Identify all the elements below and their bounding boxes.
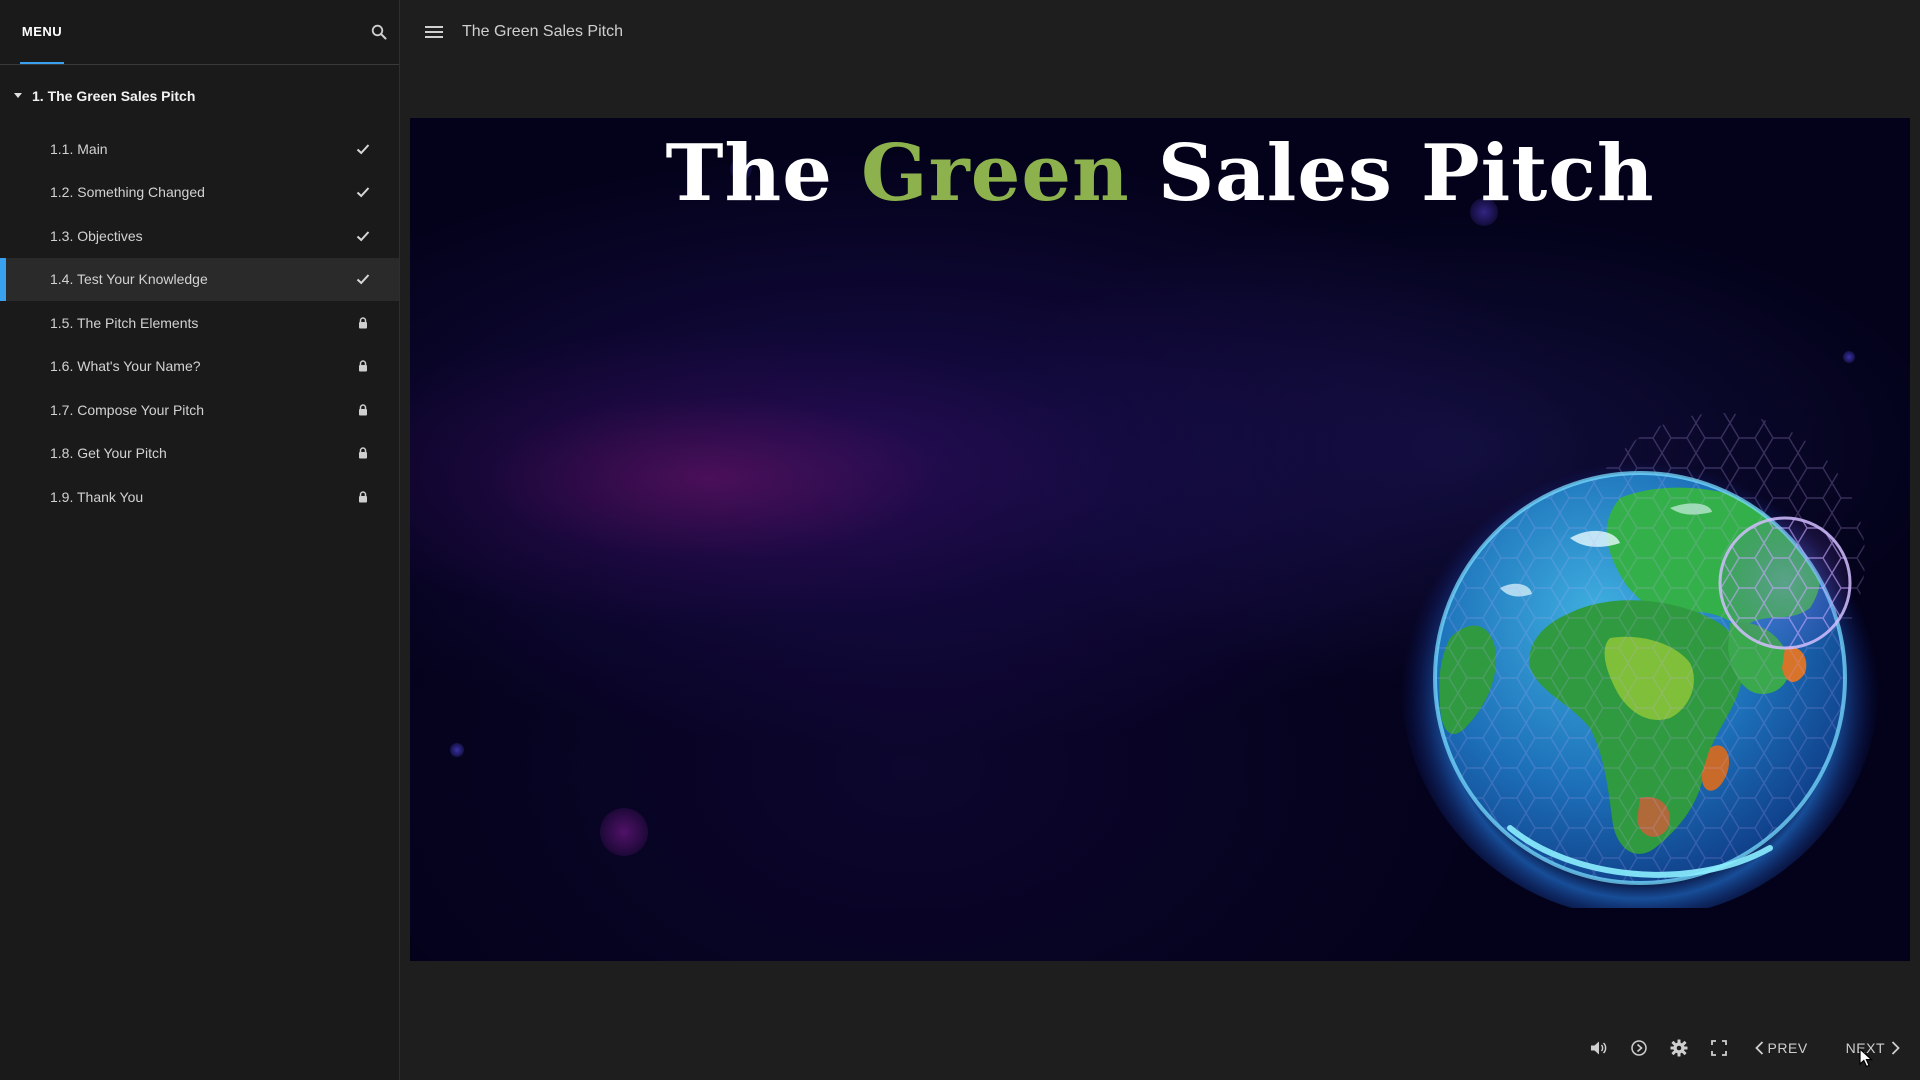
prev-label: PREV [1767, 1040, 1808, 1056]
course-player: MENU 1. The Green Sales Pitch 1.1. Main [0, 0, 1920, 1080]
sparkle [600, 808, 648, 856]
lesson-item-test-your-knowledge[interactable]: 1.4. Test Your Knowledge [0, 257, 399, 301]
lesson-label: 1.8. Get Your Pitch [50, 445, 167, 462]
chevron-left-icon [1754, 1041, 1763, 1055]
hamburger-icon[interactable] [422, 20, 446, 44]
lock-icon [355, 489, 371, 505]
section-header[interactable]: 1. The Green Sales Pitch [0, 65, 399, 127]
lesson-item-main[interactable]: 1.1. Main [0, 127, 399, 171]
lesson-label: 1.7. Compose Your Pitch [50, 401, 205, 418]
section-title: 1. The Green Sales Pitch [32, 88, 196, 104]
lesson-item-pitch-elements[interactable]: 1.5. The Pitch Elements [0, 301, 399, 345]
lesson-label: 1.4. Test Your Knowledge [50, 271, 208, 288]
slide-content: The Green Sales Pitch [410, 118, 1910, 961]
checkmark-icon [355, 141, 371, 157]
mouse-cursor-icon [1859, 1048, 1873, 1068]
lesson-label: 1.2. Something Changed [50, 184, 205, 201]
player-controls: PREV NEXT [1571, 1032, 1900, 1064]
lesson-label: 1.9. Thank You [50, 488, 144, 505]
lesson-item-whats-your-name[interactable]: 1.6. What's Your Name? [0, 345, 399, 389]
slide-title-accent: Green [861, 128, 1130, 219]
caret-down-icon [14, 93, 22, 99]
menu-tab[interactable]: MENU [20, 0, 64, 64]
settings-icon[interactable] [1667, 1036, 1691, 1060]
lesson-item-objectives[interactable]: 1.3. Objectives [0, 214, 399, 258]
checkmark-icon [355, 184, 371, 200]
lock-icon [355, 358, 371, 374]
lesson-list: 1.1. Main 1.2. Something Changed 1.3. Ob… [0, 127, 399, 519]
earth-globe-icon [1400, 413, 1880, 908]
checkmark-icon [355, 271, 371, 287]
slide-title-part2: Sales Pitch [1157, 128, 1655, 219]
lesson-item-something-changed[interactable]: 1.2. Something Changed [0, 171, 399, 215]
course-title: The Green Sales Pitch [462, 23, 623, 40]
sparkle [1843, 351, 1855, 363]
slide-title-part1: The [665, 128, 833, 219]
captions-icon[interactable] [1627, 1036, 1651, 1060]
lesson-item-get-your-pitch[interactable]: 1.8. Get Your Pitch [0, 432, 399, 476]
lesson-item-thank-you[interactable]: 1.9. Thank You [0, 475, 399, 519]
sidebar-header: MENU [0, 0, 399, 65]
lock-icon [355, 445, 371, 461]
sidebar-menu: MENU 1. The Green Sales Pitch 1.1. Main [0, 0, 400, 1080]
prev-button[interactable]: PREV [1754, 1040, 1808, 1056]
lock-icon [355, 402, 371, 418]
volume-icon[interactable] [1587, 1036, 1611, 1060]
checkmark-icon [355, 228, 371, 244]
search-icon[interactable] [367, 20, 391, 44]
lesson-label: 1.6. What's Your Name? [50, 358, 201, 375]
lesson-item-compose-your-pitch[interactable]: 1.7. Compose Your Pitch [0, 388, 399, 432]
lesson-label: 1.1. Main [50, 140, 108, 157]
sparkle [450, 743, 464, 757]
fullscreen-icon[interactable] [1707, 1036, 1731, 1060]
lesson-label: 1.5. The Pitch Elements [50, 314, 199, 331]
lock-icon [355, 315, 371, 331]
lesson-label: 1.3. Objectives [50, 227, 143, 244]
top-bar: The Green Sales Pitch [400, 0, 1920, 64]
slide-title: The Green Sales Pitch [410, 128, 1910, 219]
chevron-right-icon [1891, 1041, 1900, 1055]
